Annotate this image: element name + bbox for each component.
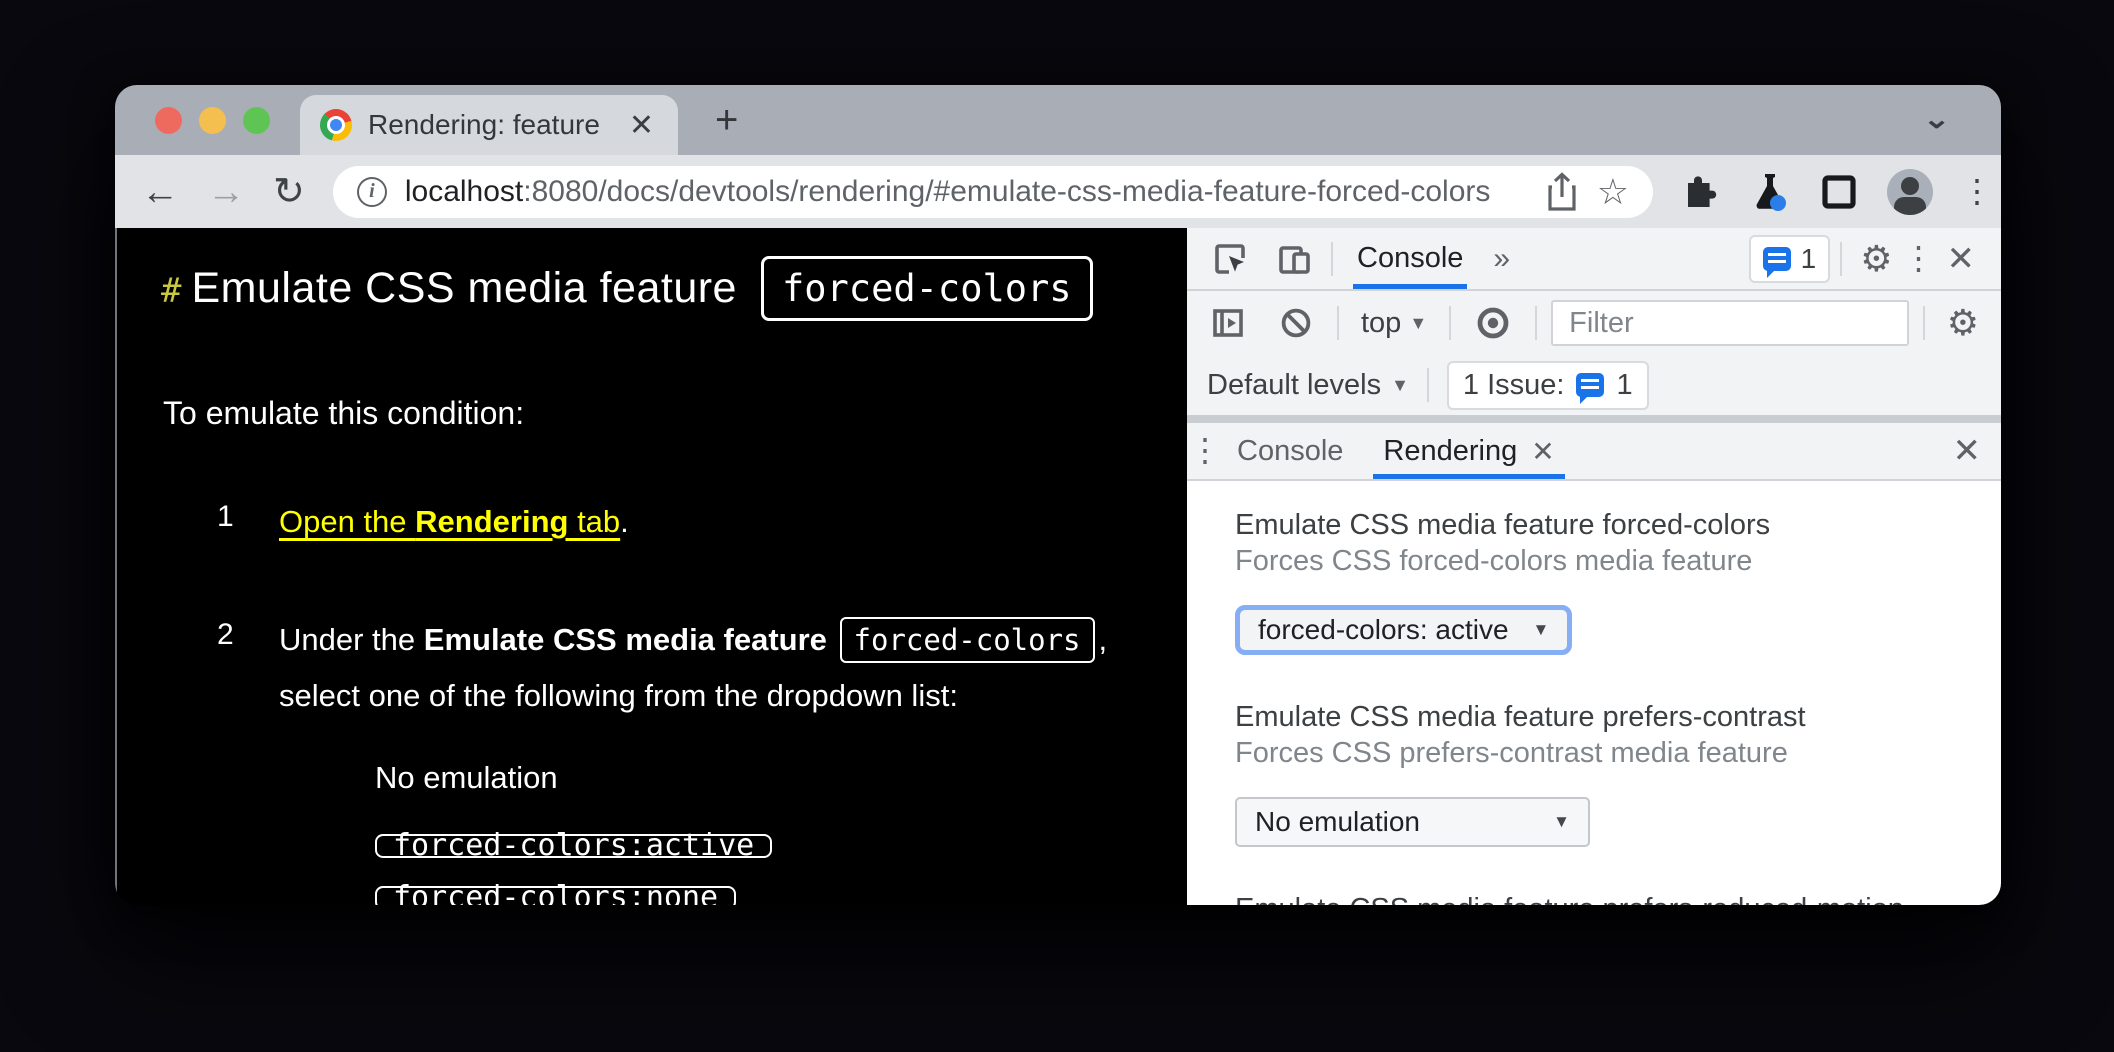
flask-extension-icon[interactable]	[1749, 170, 1791, 214]
issues-bubble-icon	[1763, 247, 1791, 271]
context-selector[interactable]: top ▼	[1353, 307, 1435, 340]
tab-title: Rendering: feature reference -	[368, 109, 609, 141]
inspect-element-icon[interactable]	[1203, 240, 1257, 278]
window-content: # Emulate CSS media feature forced-color…	[115, 228, 2001, 905]
close-window-button[interactable]	[155, 107, 182, 134]
dropdown-option-code: forced-colors:none	[375, 886, 736, 905]
url-path: :8080/docs/devtools/rendering/#emulate-c…	[523, 175, 1490, 208]
chevron-down-icon: ▼	[1553, 812, 1570, 832]
rendering-tab-link[interactable]: Open the Rendering tab	[279, 504, 620, 539]
divider	[1535, 306, 1537, 340]
setting-section: Emulate CSS media feature prefers-contra…	[1235, 699, 1961, 847]
forward-button: →	[207, 173, 245, 211]
page-heading: # Emulate CSS media feature forced-color…	[161, 256, 1187, 321]
filter-input[interactable]: Filter	[1551, 300, 1909, 346]
divider	[1449, 306, 1451, 340]
address-bar[interactable]: i localhost:8080/docs/devtools/rendering…	[333, 166, 1653, 218]
inline-code-badge: forced-colors	[840, 617, 1095, 663]
issues-counter-button[interactable]: 1	[1749, 235, 1831, 283]
list-item: 1 Open the Rendering tab.	[161, 494, 1187, 550]
tab-console-drawer[interactable]: Console	[1221, 423, 1359, 479]
share-icon[interactable]	[1545, 172, 1579, 212]
drawer-splitter-handle[interactable]	[1187, 415, 2001, 423]
log-levels-dropdown[interactable]: Default levels ▼	[1207, 369, 1409, 402]
bookmark-star-icon[interactable]: ☆	[1597, 174, 1629, 210]
back-button[interactable]: ←	[141, 173, 179, 211]
titlebar: Rendering: feature reference - ✕ + ⌄	[115, 85, 2001, 155]
drawer-close-icon[interactable]: ✕	[1943, 431, 1992, 471]
divider	[1840, 242, 1842, 276]
tab-console-main[interactable]: Console	[1343, 228, 1477, 289]
chevron-down-icon: ▼	[1409, 313, 1427, 334]
extensions-puzzle-icon[interactable]	[1681, 172, 1721, 212]
divider	[1331, 242, 1333, 276]
forced-colors-select[interactable]: forced-colors: active ▼	[1235, 605, 1572, 655]
chevron-down-icon: ▼	[1533, 620, 1550, 640]
browser-menu-icon[interactable]: ⋮	[1961, 182, 1975, 202]
intro-text: To emulate this condition:	[163, 395, 1187, 432]
new-tab-button[interactable]: +	[715, 101, 738, 139]
divider	[1923, 306, 1925, 340]
setting-title: Emulate CSS media feature forced-colors	[1235, 507, 1961, 543]
url-host: localhost	[405, 175, 523, 208]
drawer-menu-icon[interactable]: ⋮	[1197, 441, 1213, 461]
chrome-favicon-icon	[320, 109, 352, 141]
heading-anchor-icon[interactable]: #	[161, 271, 177, 311]
setting-title: Emulate CSS media feature prefers-reduce…	[1235, 891, 1961, 905]
navigation-toolbar: ← → ↻ i localhost:8080/docs/devtools/ren…	[115, 155, 2001, 228]
devtools-panel: Console » 1 ⚙ ⋮ ✕	[1187, 228, 2001, 905]
reload-button[interactable]: ↻	[273, 173, 305, 211]
url-text[interactable]: localhost:8080/docs/devtools/rendering/#…	[405, 175, 1527, 209]
minimize-window-button[interactable]	[199, 107, 226, 134]
step-number: 2	[217, 612, 279, 905]
traffic-lights	[155, 107, 270, 134]
dropdown-option-plain: No emulation	[375, 750, 1107, 806]
devtools-panel-icon[interactable]	[1819, 172, 1859, 212]
step-text: Open the Rendering tab.	[279, 494, 629, 550]
prefers-contrast-select[interactable]: No emulation ▼	[1235, 797, 1590, 847]
setting-title: Emulate CSS media feature prefers-contra…	[1235, 699, 1961, 735]
divider	[1427, 368, 1429, 402]
step-text: Under the Emulate CSS media feature forc…	[279, 612, 1107, 905]
list-item: 2 Under the Emulate CSS media feature fo…	[161, 612, 1187, 905]
devtools-menu-icon[interactable]: ⋮	[1911, 249, 1927, 269]
console-levels-bar: Default levels ▼ 1 Issue: 1	[1187, 355, 2001, 415]
settings-gear-icon[interactable]: ⚙	[1852, 241, 1900, 277]
clear-console-icon[interactable]	[1269, 304, 1323, 342]
site-info-icon[interactable]: i	[357, 177, 387, 207]
profile-avatar[interactable]	[1887, 169, 1933, 215]
step-number: 1	[217, 494, 279, 550]
chevron-down-icon: ▼	[1391, 375, 1409, 396]
tab-rendering[interactable]: Rendering ✕	[1367, 423, 1570, 479]
console-settings-gear-icon[interactable]: ⚙	[1939, 305, 1987, 341]
setting-section: Emulate CSS media feature forced-colors …	[1235, 507, 1961, 655]
live-expression-eye-icon[interactable]	[1465, 303, 1521, 343]
dropdown-option-code: forced-colors:active	[375, 834, 772, 858]
heading-code-badge: forced-colors	[761, 256, 1093, 321]
browser-window: Rendering: feature reference - ✕ + ⌄ ← →…	[115, 85, 2001, 905]
setting-subtitle: Forces CSS forced-colors media feature	[1235, 543, 1961, 579]
steps-list: 1 Open the Rendering tab. 2 Under the Em…	[161, 494, 1187, 905]
console-toolbar: top ▼ Filter ⚙	[1187, 291, 2001, 355]
close-rendering-tab-icon[interactable]: ✕	[1531, 435, 1554, 468]
issues-bubble-icon	[1576, 373, 1604, 397]
devtools-close-icon[interactable]: ✕	[1937, 239, 1986, 279]
rendering-panel: Emulate CSS media feature forced-colors …	[1187, 481, 2001, 905]
devtools-main-toolbar: Console » 1 ⚙ ⋮ ✕	[1187, 228, 2001, 291]
zoom-window-button[interactable]	[243, 107, 270, 134]
heading-text: Emulate CSS media feature	[191, 264, 737, 313]
more-panels-icon[interactable]: »	[1487, 242, 1516, 276]
setting-subtitle: Forces CSS prefers-contrast media featur…	[1235, 735, 1961, 771]
device-toolbar-icon[interactable]	[1267, 240, 1321, 278]
drawer-tab-bar: ⋮ Console Rendering ✕ ✕	[1187, 423, 2001, 481]
chevron-down-icon[interactable]: ⌄	[1923, 103, 1952, 135]
browser-tab[interactable]: Rendering: feature reference - ✕	[300, 95, 678, 155]
issues-button[interactable]: 1 Issue: 1	[1447, 361, 1649, 410]
setting-section: Emulate CSS media feature prefers-reduce…	[1235, 891, 1961, 905]
tab-close-icon[interactable]: ✕	[625, 108, 658, 143]
divider	[1337, 306, 1339, 340]
web-page: # Emulate CSS media feature forced-color…	[115, 228, 1187, 905]
console-sidebar-icon[interactable]	[1201, 304, 1255, 342]
